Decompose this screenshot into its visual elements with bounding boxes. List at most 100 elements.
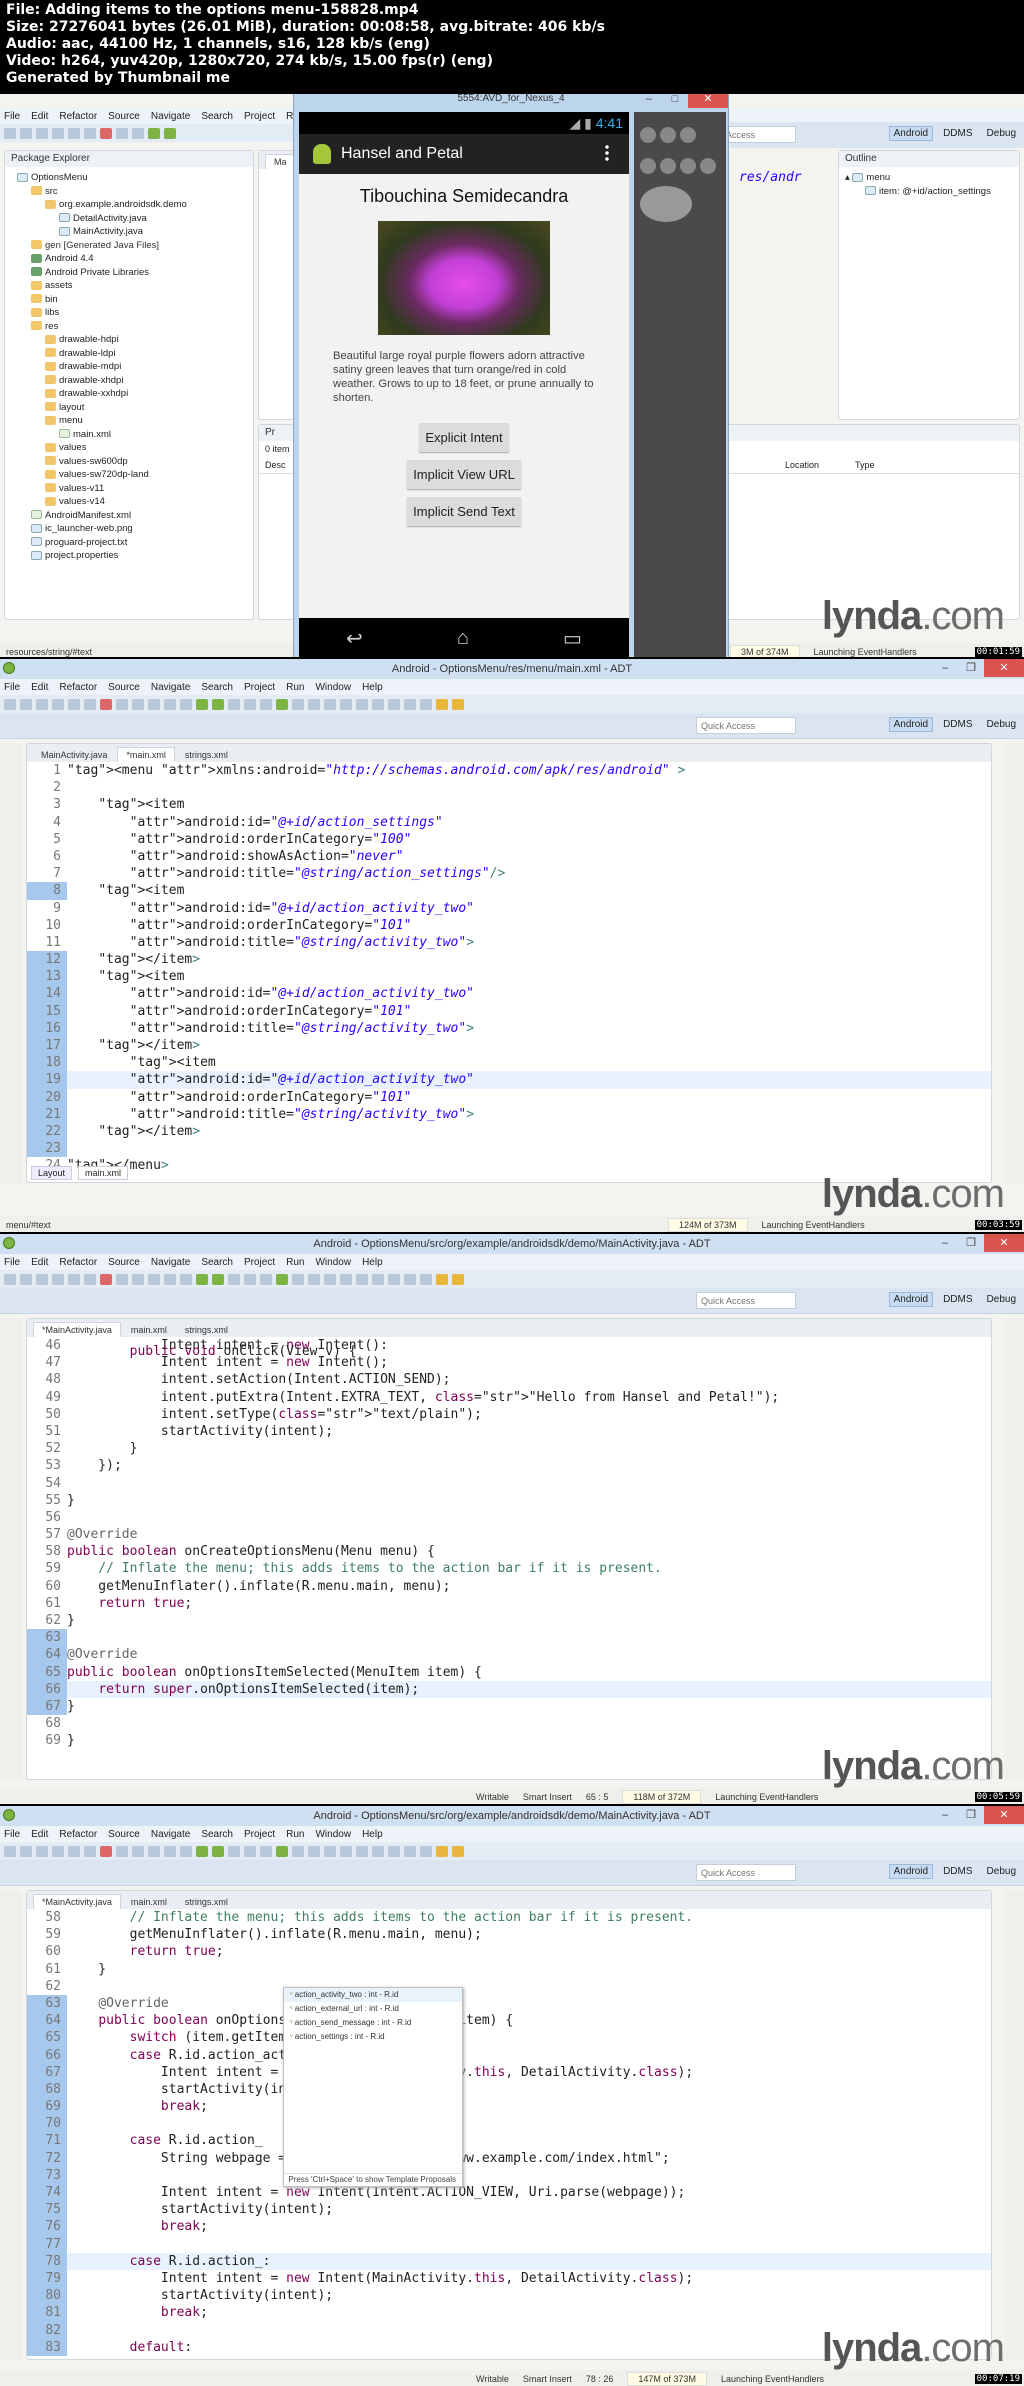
refactor-icon[interactable]	[180, 698, 192, 710]
menu-navigate[interactable]: Navigate	[151, 111, 190, 122]
search-icon[interactable]	[388, 1845, 400, 1857]
menu-window[interactable]: Window	[315, 1257, 351, 1268]
terminate-icon[interactable]	[100, 127, 112, 139]
prev-annotation-icon[interactable]	[420, 698, 432, 710]
menu-navigate[interactable]: Navigate	[151, 682, 190, 693]
editor-tab[interactable]: MainActivity.java	[33, 748, 115, 762]
code-line[interactable]: 70	[27, 2115, 991, 2133]
save-icon[interactable]	[20, 698, 32, 710]
maximize-button[interactable]: ❐	[958, 1806, 984, 1824]
undo-icon[interactable]	[132, 1845, 144, 1857]
code-line[interactable]: 11 "attr">android:title="@string/activit…	[27, 934, 991, 951]
code-line[interactable]: 68	[27, 1715, 991, 1732]
avd-manager-icon[interactable]	[212, 1845, 224, 1857]
code-line[interactable]: 17 "tag"></item>	[27, 1037, 991, 1055]
code-line[interactable]: 3 "tag"><item	[27, 796, 991, 813]
terminate-icon[interactable]	[100, 1845, 112, 1857]
debug-icon[interactable]	[260, 1273, 272, 1285]
overflow-menu-icon[interactable]	[605, 144, 609, 162]
menu-search[interactable]: Search	[201, 111, 233, 122]
sdk-manager-icon[interactable]	[148, 127, 160, 139]
menu-run[interactable]: Run	[286, 682, 304, 693]
tree-item[interactable]: src	[11, 185, 253, 199]
next-annotation-icon[interactable]	[404, 1845, 416, 1857]
dpad-control[interactable]	[640, 186, 692, 222]
code-line[interactable]: 64 public boolean onOptionsItemSelected(…	[27, 2012, 991, 2030]
menu-refactor[interactable]: Refactor	[59, 682, 97, 693]
code-area[interactable]: 46 Intent intent = new Intent(): 47 Inten…	[27, 1337, 991, 1750]
perspective-android[interactable]: Android	[888, 126, 934, 141]
tree-item[interactable]: drawable-mdpi	[11, 360, 253, 374]
code-line[interactable]: 65 public boolean onOptionsItemSelected(M…	[27, 1663, 991, 1681]
tree-item[interactable]: project.properties	[11, 549, 253, 563]
new-icon[interactable]	[4, 1273, 16, 1285]
checkbox-icon[interactable]	[228, 1273, 240, 1285]
save-icon[interactable]	[20, 1273, 32, 1285]
menu-refactor[interactable]: Refactor	[59, 111, 97, 122]
code-line[interactable]: 18 "tag"><item	[27, 1054, 991, 1072]
autocomplete-item[interactable]: ᵛ action_external_url : int - R.id	[284, 2002, 462, 2016]
back-icon[interactable]	[436, 1845, 448, 1857]
tree-item[interactable]: Android 4.4	[11, 252, 253, 266]
code-line[interactable]: 69 break;	[27, 2098, 991, 2116]
perspective-ddms[interactable]: DDMS	[939, 718, 976, 731]
refactor-icon[interactable]	[180, 1273, 192, 1285]
tree-item[interactable]: drawable-ldpi	[11, 347, 253, 361]
tree-item[interactable]: layout	[11, 401, 253, 415]
code-line[interactable]: 6 "attr">android:showAsAction="never"	[27, 848, 991, 865]
forward-icon[interactable]	[452, 698, 464, 710]
minimize-button[interactable]: –	[636, 94, 662, 108]
code-line[interactable]: 66 case R.id.action_activity_two:	[27, 2046, 991, 2064]
perspective-debug[interactable]: Debug	[983, 1865, 1020, 1878]
menu-edit[interactable]: Edit	[31, 682, 48, 693]
code-line[interactable]: 63 @Override	[27, 1994, 991, 2013]
code-line[interactable]: 10 "attr">android:orderInCategory="101"	[27, 917, 991, 934]
maximize-button[interactable]: ❐	[958, 659, 984, 677]
menu-source[interactable]: Source	[108, 682, 140, 693]
menu-project[interactable]: Project	[244, 682, 275, 693]
code-line[interactable]: 62	[27, 1978, 991, 1995]
tree-item[interactable]: main.xml	[11, 428, 253, 442]
code-line[interactable]: 54	[27, 1475, 991, 1492]
run-icon[interactable]	[276, 1845, 288, 1857]
print-icon[interactable]	[52, 1273, 64, 1285]
undo-icon[interactable]	[116, 127, 128, 139]
undo-icon[interactable]	[132, 698, 144, 710]
editor-tab[interactable]: strings.xml	[177, 1323, 236, 1337]
menu-search[interactable]: Search	[201, 1829, 233, 1840]
save-all-icon[interactable]	[36, 1845, 48, 1857]
code-line[interactable]: 23	[27, 1140, 991, 1158]
open-task-icon[interactable]	[356, 1273, 368, 1285]
code-line[interactable]: 78 case R.id.action_:	[27, 2252, 991, 2270]
new-class-icon[interactable]	[308, 1845, 320, 1857]
back-hw-icon[interactable]	[680, 158, 696, 174]
prev-annotation-icon[interactable]	[420, 1845, 432, 1857]
resume-icon[interactable]	[68, 127, 80, 139]
editor-tab[interactable]: *MainActivity.java	[33, 1894, 121, 1909]
back-icon[interactable]: ↩	[346, 626, 363, 651]
code-line[interactable]: 56	[27, 1509, 991, 1526]
menu-refactor[interactable]: Refactor	[59, 1829, 97, 1840]
search-icon[interactable]	[388, 698, 400, 710]
code-line[interactable]: 59 // Inflate the menu; this adds items …	[27, 1560, 991, 1577]
perspective-ddms[interactable]: DDMS	[939, 127, 976, 140]
home-icon[interactable]: ⌂	[457, 627, 469, 650]
tree-item[interactable]: values-sw600dp	[11, 455, 253, 469]
menu-help[interactable]: Help	[362, 1829, 383, 1840]
code-line[interactable]: 60 getMenuInflater().inflate(R.menu.main…	[27, 1578, 991, 1595]
perspective-ddms[interactable]: DDMS	[939, 1865, 976, 1878]
checkbox-icon[interactable]	[228, 1845, 240, 1857]
run-icon[interactable]	[276, 1273, 288, 1285]
minimize-button[interactable]: –	[932, 1234, 958, 1252]
code-line[interactable]: 48 intent.setAction(Intent.ACTION_SEND);	[27, 1371, 991, 1388]
menu-file[interactable]: File	[4, 1829, 20, 1840]
code-line[interactable]: 13 "tag"><item	[27, 968, 991, 986]
editor-tab[interactable]: *MainActivity.java	[33, 1322, 121, 1337]
tree-item[interactable]: res	[11, 320, 253, 334]
code-line[interactable]: 57 @Override	[27, 1526, 991, 1543]
menu-edit[interactable]: Edit	[31, 111, 48, 122]
disconnect-icon[interactable]	[116, 1845, 128, 1857]
editor-tab[interactable]: strings.xml	[177, 1895, 236, 1909]
location-column[interactable]: Location	[785, 460, 855, 470]
lint-icon[interactable]	[244, 1273, 256, 1285]
